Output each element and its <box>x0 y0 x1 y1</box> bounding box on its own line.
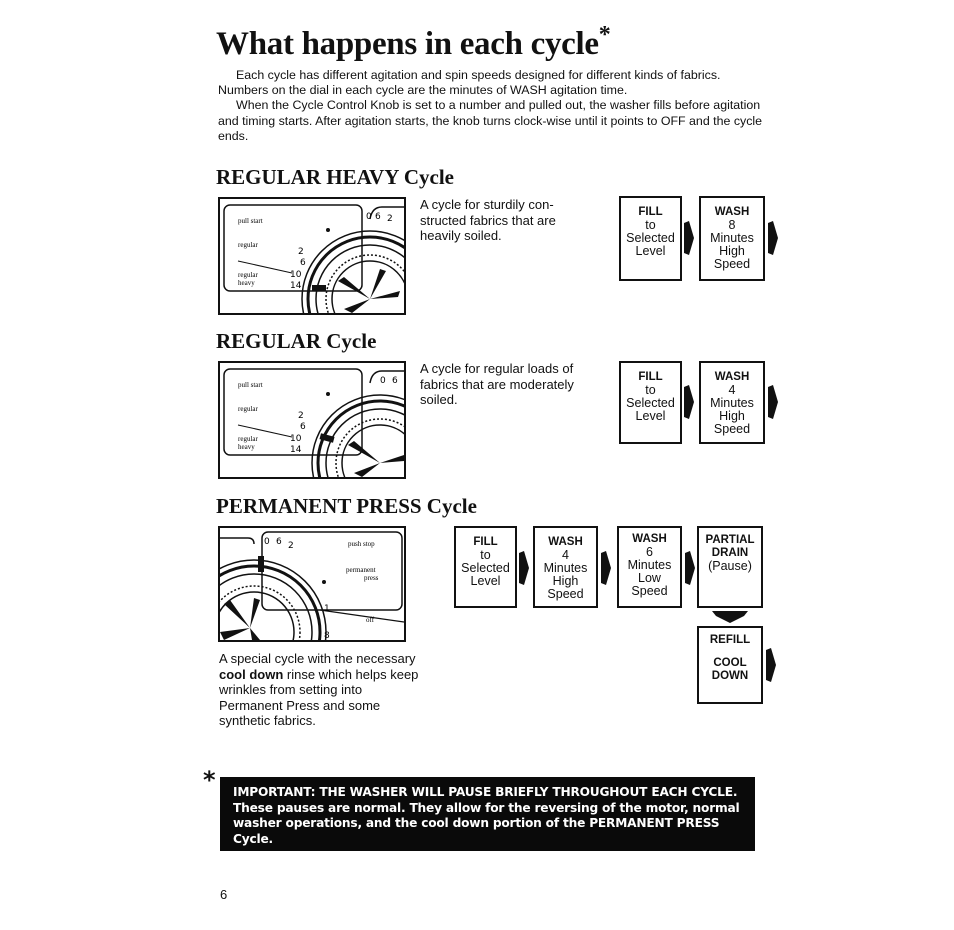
dial-top-6: 6 <box>276 537 282 547</box>
description-bold-text: cool down <box>219 666 284 682</box>
section-heading-regular-heavy: REGULAR HEAVY Cycle <box>216 165 455 189</box>
dial-label-regular-heavy: regular <box>238 271 258 279</box>
step-line: Speed <box>631 584 668 598</box>
arrow-right-icon <box>685 551 695 585</box>
step-line: COOL <box>713 657 747 669</box>
arrow-right-icon <box>768 221 778 255</box>
step-line: Speed <box>713 257 751 271</box>
important-line-1: IMPORTANT: THE WASHER WILL PAUSE BRIEFLY… <box>233 785 738 799</box>
page-title-text: What happens in each cycle <box>216 26 599 62</box>
dial-number-8: 8 <box>324 631 330 640</box>
step-line: (Pause) <box>708 559 752 573</box>
step-fill: FILL to Selected Level <box>619 196 682 281</box>
arrow-down-icon <box>712 611 748 623</box>
footnote-marker: * <box>598 22 611 48</box>
step-spacer <box>699 647 761 657</box>
important-line-2: These pauses are normal. They allow for … <box>233 800 740 815</box>
description-text: A special cycle with the necessary <box>219 651 416 666</box>
step-wash: WASH 4 Minutes High Speed <box>699 361 765 444</box>
page-title: What happens in each cycle* <box>216 22 611 63</box>
dial-top-0: 0 <box>366 212 372 222</box>
dial-label-regular: regular <box>238 405 258 413</box>
step-line: Level <box>635 244 666 258</box>
step-line: DOWN <box>711 670 749 682</box>
dial-number-10: 10 <box>290 270 302 280</box>
intro-paragraph-1: Each cycle has different agitation and s… <box>218 68 721 98</box>
dial-number-14: 14 <box>290 445 302 455</box>
description-permanent-press: A special cycle with the necessary cool … <box>219 651 419 729</box>
arrow-right-icon <box>766 648 776 682</box>
dial-label-heavy: heavy <box>238 279 255 287</box>
footnote-asterisk: * <box>203 766 216 794</box>
dial-illustration-permanent-press: push stop permanent press off 1 8 0 6 2 <box>218 526 406 642</box>
dial-number-1: 1 <box>324 604 330 614</box>
page-number: 6 <box>220 887 228 902</box>
arrow-right-icon <box>601 551 611 585</box>
dial-label-permanent: permanent <box>346 566 376 574</box>
dial-top-6: 6 <box>375 212 381 222</box>
step-refill-cool-down: REFILL COOL DOWN <box>697 626 763 704</box>
dial-label-regular: regular <box>238 241 258 249</box>
intro-text: Each cycle has different agitation and s… <box>218 68 772 144</box>
step-title: REFILL <box>709 634 751 646</box>
step-wash-low: WASH 6 Minutes Low Speed <box>617 526 682 608</box>
section-heading-permanent-press: PERMANENT PRESS Cycle <box>216 494 477 518</box>
dial-top-0: 0 <box>380 376 386 386</box>
dial-illustration-regular-heavy: pull start regular regular heavy 2 6 10 … <box>218 197 406 315</box>
dial-number-2: 2 <box>298 411 304 421</box>
important-notice: IMPORTANT: THE WASHER WILL PAUSE BRIEFLY… <box>220 777 755 851</box>
dial-number-6: 6 <box>300 422 306 432</box>
section-heading-regular: REGULAR Cycle <box>216 329 377 353</box>
dial-number-10: 10 <box>290 434 302 444</box>
step-line: Level <box>635 409 666 423</box>
step-wash: WASH 8 Minutes High Speed <box>699 196 765 281</box>
dial-label-pull-start: pull start <box>238 217 263 225</box>
description-regular: A cycle for regular loads of fabrics tha… <box>420 361 574 407</box>
dial-top-2: 2 <box>288 541 294 551</box>
dial-label-off: off <box>366 616 375 624</box>
dial-label-regular-heavy: regular <box>238 435 258 443</box>
dial-number-6: 6 <box>300 258 306 268</box>
dial-number-2: 2 <box>298 247 304 257</box>
step-title: PARTIAL <box>705 534 755 546</box>
dial-label-push-stop: push stop <box>348 540 375 548</box>
dial-number-14: 14 <box>290 281 302 291</box>
intro-paragraph-2: When the Cycle Control Knob is set to a … <box>218 98 763 143</box>
dial-top-6: 6 <box>392 376 398 386</box>
step-partial-drain: PARTIAL DRAIN (Pause) <box>697 526 763 608</box>
step-fill: FILL to Selected Level <box>454 526 517 608</box>
dial-top-0: 0 <box>264 537 270 547</box>
arrow-right-icon <box>768 385 778 419</box>
arrow-right-icon <box>519 551 529 585</box>
dial-label-press: press <box>364 574 379 582</box>
step-line: Level <box>470 574 501 588</box>
step-line: Speed <box>713 422 751 436</box>
step-line: Speed <box>547 587 584 601</box>
dial-top-2: 2 <box>387 214 393 224</box>
step-fill: FILL to Selected Level <box>619 361 682 444</box>
dial-label-pull-start: pull start <box>238 381 263 389</box>
arrow-right-icon <box>684 385 694 419</box>
arrow-right-icon <box>684 221 694 255</box>
important-line-4: Cycle. <box>233 831 273 846</box>
dial-label-heavy: heavy <box>238 443 255 451</box>
description-regular-heavy: A cycle for sturdily con-structed fabric… <box>420 197 556 243</box>
dial-illustration-regular: pull start regular regular heavy 2 6 10 … <box>218 361 406 479</box>
step-wash-high: WASH 4 Minutes High Speed <box>533 526 598 608</box>
important-line-3: washer operations, and the cool down por… <box>233 816 720 830</box>
